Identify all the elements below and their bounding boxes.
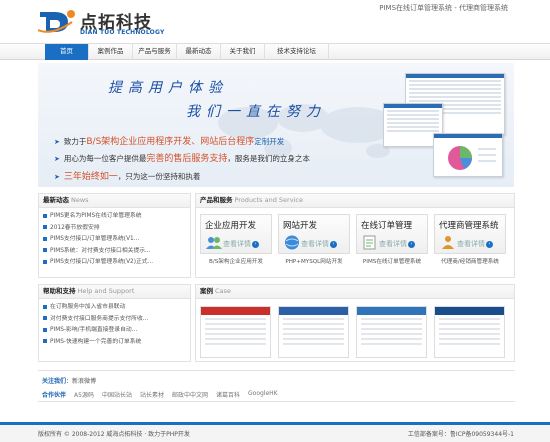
site-tagline: PIMS在线订单管理系统 - 代理商管理系统	[379, 4, 508, 12]
bullet-icon	[43, 236, 47, 241]
help-header: 帮助和支持 Help and Support	[39, 285, 190, 299]
people-icon	[206, 237, 222, 249]
news-item[interactable]: PIMS更名为PIMS在线订单管理系统	[43, 211, 186, 223]
bullet-icon	[43, 248, 47, 252]
case-thumbnail[interactable]	[200, 306, 271, 358]
banner-line-1: ➤ 致力于B/S架构企业应用程序开发、网站后台程序定制开发	[54, 137, 285, 147]
partner-link[interactable]: 邮政中中文网	[172, 390, 208, 399]
news-item[interactable]: 2012春节放假安排	[43, 223, 186, 235]
footer: 版权所有 © 2008-2012 威海点拓科技 · 致力于PHP开发 工信部备案…	[0, 422, 550, 442]
help-item[interactable]: 在订购服务中加入省市县联动	[43, 302, 186, 314]
screenshot-chart	[433, 133, 503, 177]
product-website-dev[interactable]: 网站开发 查看详情 › PHP+MYSQL网站开发	[278, 214, 350, 265]
bullet-icon	[43, 225, 47, 229]
copyright-text: 版权所有 © 2008-2012 威海点拓科技 · 致力于PHP开发	[38, 431, 190, 438]
product-more-link[interactable]: 查看详情 ›	[223, 239, 259, 249]
case-thumbnail[interactable]	[356, 306, 427, 358]
product-more-link[interactable]: 查看详情 ›	[301, 239, 337, 249]
arrow-circle-icon: ›	[330, 240, 337, 248]
partners-list: 合作伙伴 A5源码 中国站长站 站长素材 邮政中中文网 诸葛百科 GoogleH…	[42, 390, 278, 399]
help-item[interactable]: PIMS-快速构建一个完善的订单系统	[43, 337, 186, 349]
bullet-icon	[43, 316, 47, 320]
nav-item-forum[interactable]: 技术支持论坛	[265, 44, 329, 60]
header: 点拓科技 DIAN TUO TECHNOLOGY PIMS在线订单管理系统 - …	[0, 0, 550, 42]
cases-header: 案例 Case	[196, 285, 514, 299]
links-bar: 关注我们：新浪微博 合作伙伴 A5源码 中国站长站 站长素材 邮政中中文网 诸葛…	[38, 370, 515, 402]
banner-slogan-1: 提高用户体验	[108, 80, 228, 96]
products-panel: 产品和服务 Products and Service 企业应用开发 查看详情 › B…	[195, 193, 515, 278]
bullet-icon	[43, 304, 47, 309]
partner-link[interactable]: 站长素材	[140, 390, 164, 399]
software-screenshots	[383, 73, 509, 183]
product-more-link[interactable]: 查看详情 ›	[379, 239, 415, 249]
banner-line-2: ➤ 用心为每一位客户提供最完善的售后服务支持，服务是我们的立身之本	[54, 154, 310, 164]
nav-item-cases[interactable]: 案例作品	[89, 44, 133, 60]
partner-link[interactable]: 中国站长站	[102, 390, 132, 399]
logo-mark-icon	[38, 10, 75, 33]
bullet-icon	[43, 259, 47, 264]
globe-icon	[285, 235, 299, 250]
news-item[interactable]: PIMS支付接口/订单管理系统(V1...	[43, 234, 186, 246]
products-header: 产品和服务 Products and Service	[196, 194, 514, 208]
arrow-circle-icon: ›	[408, 240, 415, 248]
news-panel: 最新动态 News PIMS更名为PIMS在线订单管理系统 2012春节放假安排 …	[38, 193, 191, 278]
arrow-right-icon: ➤	[54, 173, 60, 181]
help-item[interactable]: PIMS-影响/手机端直接登录自动...	[43, 325, 186, 337]
document-icon	[363, 235, 376, 250]
icp-number[interactable]: 工信部备案号：鲁ICP备09059344号-1	[408, 429, 514, 438]
arrow-circle-icon: ›	[252, 240, 259, 248]
product-enterprise-app[interactable]: 企业应用开发 查看详情 › B/S架构企业应用开发	[200, 214, 272, 265]
hero-banner[interactable]: 提高用户体验 我们一直在努力 ➤ 致力于B/S架构企业应用程序开发、网站后台程序定…	[38, 63, 514, 187]
product-order-management[interactable]: 在线订单管理 查看详情 › PIMS在线订单管理系统	[356, 214, 428, 265]
news-header: 最新动态 News	[39, 194, 190, 208]
banner-slogan-2: 我们一直在努力	[186, 104, 326, 120]
nav-item-about[interactable]: 关于我们	[221, 44, 265, 60]
bullet-icon	[43, 327, 47, 332]
case-thumbnail[interactable]	[278, 306, 349, 358]
news-item[interactable]: PIMS系统：对付费支付接口相关提示...	[43, 246, 186, 258]
arrow-right-icon: ➤	[54, 155, 60, 163]
nav-item-home[interactable]: 首页	[45, 44, 89, 60]
help-panel: 帮助和支持 Help and Support 在订购服务中加入省市县联动 对付费支…	[38, 284, 191, 362]
nav-item-news[interactable]: 最新动态	[177, 44, 221, 60]
logo-text-en: DIAN TUO TECHNOLOGY	[80, 29, 165, 36]
case-thumbnail[interactable]	[434, 306, 505, 358]
logo[interactable]: 点拓科技 DIAN TUO TECHNOLOGY	[38, 6, 178, 38]
news-item[interactable]: PIMS支付接口/订单管理系统(V2)正式...	[43, 257, 186, 269]
users-icon	[442, 236, 454, 249]
arrow-circle-icon: ›	[486, 240, 493, 248]
follow-us: 关注我们：新浪微博	[42, 378, 97, 385]
partner-link[interactable]: GoogleHK	[248, 390, 278, 399]
pie-chart-icon	[448, 146, 496, 170]
nav-item-products[interactable]: 产品与服务	[133, 44, 177, 60]
partner-link[interactable]: 诸葛百科	[216, 390, 240, 399]
cases-panel: 案例 Case	[195, 284, 515, 362]
product-more-link[interactable]: 查看详情 ›	[457, 239, 493, 249]
help-item[interactable]: 对付费支付接口服务商提示支付所收...	[43, 314, 186, 326]
bullet-icon	[43, 339, 47, 343]
arrow-right-icon: ➤	[54, 138, 60, 146]
product-agent-management[interactable]: 代理商管理系统 查看详情 › 代理商/经销商管理系统	[434, 214, 506, 265]
bullet-icon	[43, 213, 47, 218]
main-nav: 首页 案例作品 产品与服务 最新动态 关于我们 技术支持论坛	[0, 43, 550, 60]
weibo-link[interactable]: ：新浪微博	[66, 378, 96, 385]
banner-line-3: ➤ 三年始终如一，只为这一份坚持和执着	[54, 172, 201, 182]
partner-link[interactable]: A5源码	[74, 390, 94, 399]
